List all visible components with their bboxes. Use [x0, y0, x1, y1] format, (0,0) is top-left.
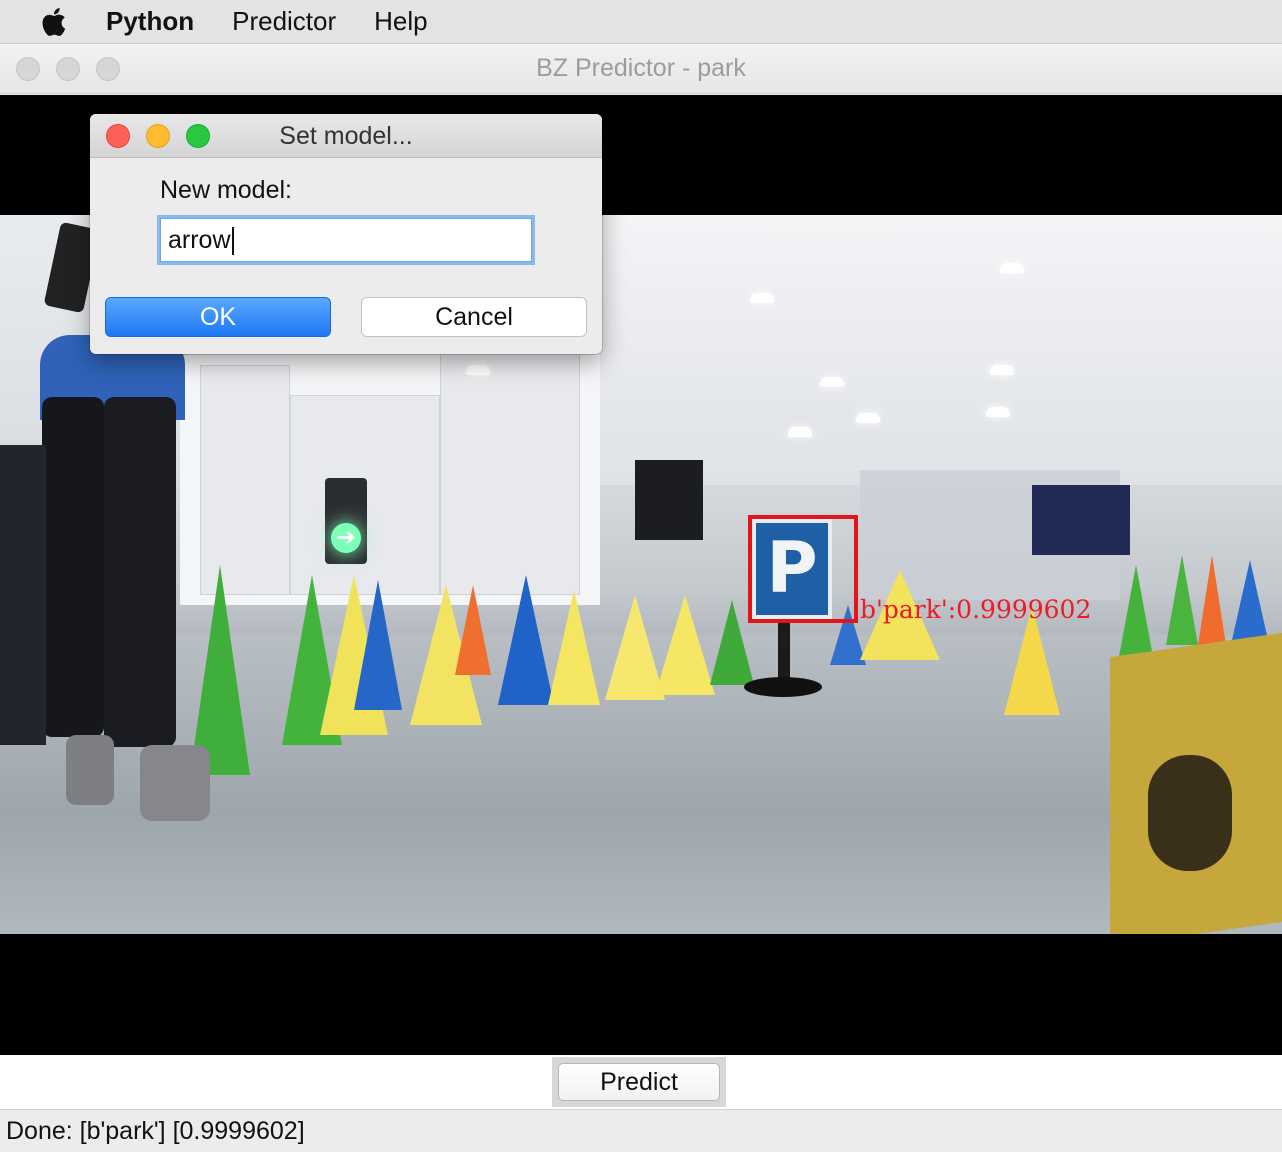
menu-python[interactable]: Python	[106, 6, 194, 37]
new-model-label: New model:	[160, 176, 292, 204]
green-arrow-light: ➔	[331, 523, 361, 553]
apple-menu-icon[interactable]	[40, 7, 70, 37]
cancel-button[interactable]: Cancel	[361, 297, 587, 337]
dialog-titlebar[interactable]: Set model...	[90, 114, 602, 158]
predict-bar: Predict	[0, 1055, 1282, 1109]
menu-predictor[interactable]: Predictor	[232, 6, 336, 37]
window-title: BZ Predictor - park	[536, 54, 746, 82]
detection-label: b'park':0.9999602	[860, 595, 1092, 624]
tv-screen	[635, 460, 703, 540]
menu-bar: Python Predictor Help	[0, 0, 1282, 44]
traffic-light: ➔	[325, 478, 367, 564]
new-model-value: arrow	[168, 226, 231, 254]
menu-help[interactable]: Help	[374, 6, 427, 37]
ok-button[interactable]: OK	[105, 297, 331, 337]
status-bar: Done: [b'park'] [0.9999602]	[0, 1109, 1282, 1150]
dialog-title: Set model...	[279, 122, 413, 150]
predict-button[interactable]: Predict	[558, 1063, 720, 1101]
set-model-dialog: Set model... New model: arrow OK Cancel	[90, 114, 602, 354]
new-model-input[interactable]: arrow	[157, 215, 535, 265]
detection-box	[748, 515, 858, 623]
text-caret	[231, 227, 234, 256]
window-titlebar[interactable]: BZ Predictor - park	[0, 44, 1282, 94]
